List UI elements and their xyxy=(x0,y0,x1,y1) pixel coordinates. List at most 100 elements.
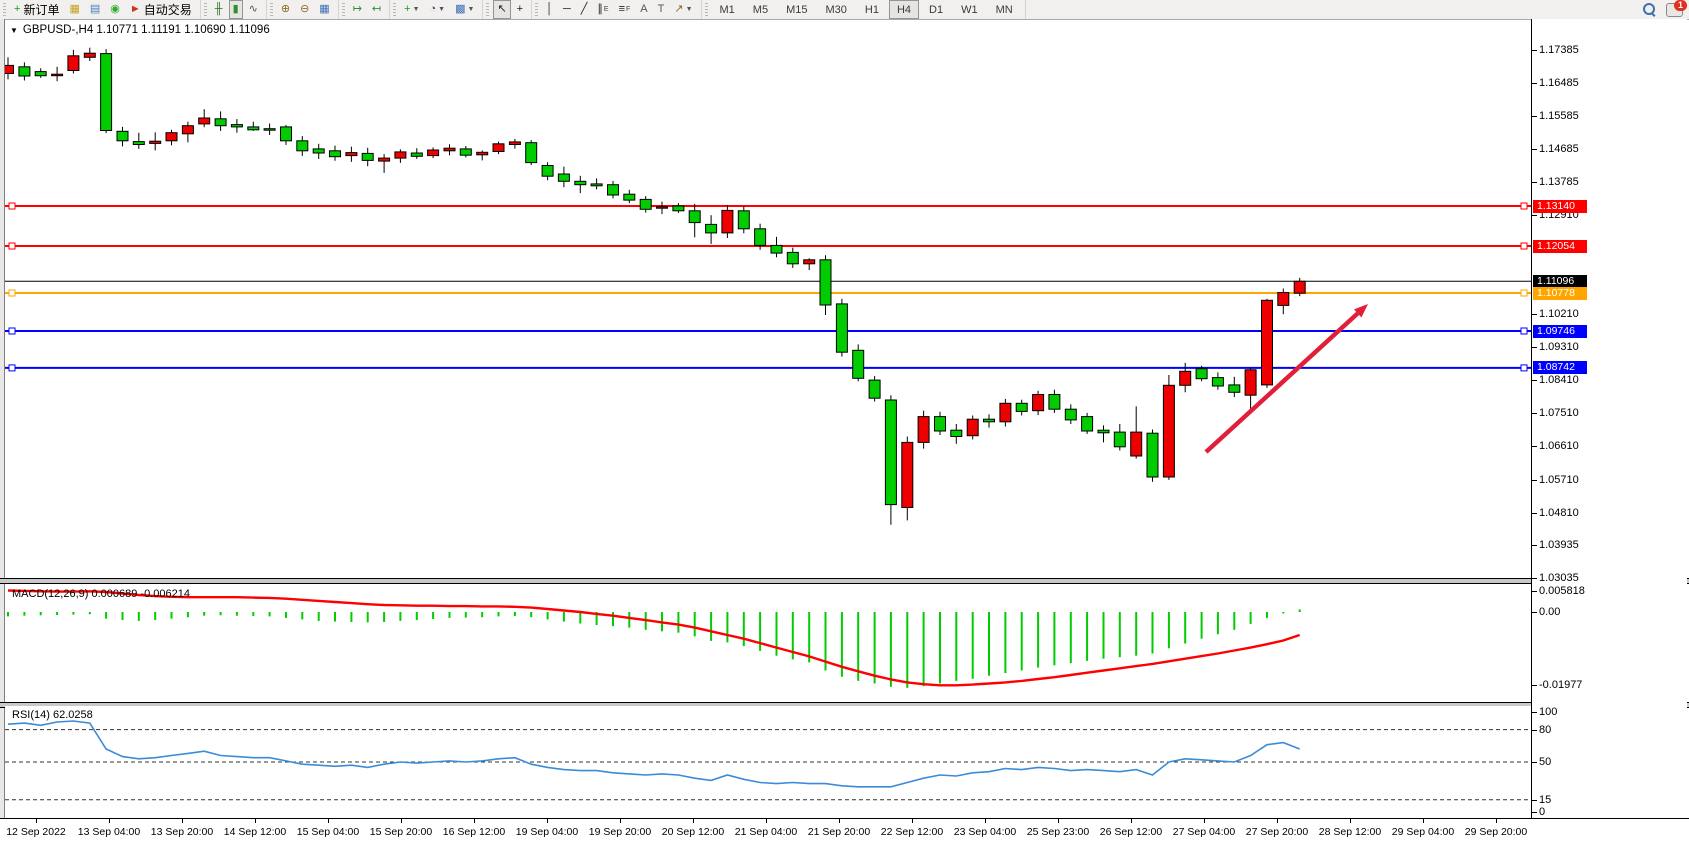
zoom-out-button[interactable]: ⊖ xyxy=(296,0,313,19)
tf-h4-button[interactable]: H4 xyxy=(889,0,919,19)
hline-orange-level-handle[interactable] xyxy=(1521,290,1527,296)
axis-tick xyxy=(1532,480,1537,481)
data-window-button[interactable]: ▤ xyxy=(86,0,104,19)
hline-resistance-2-handle[interactable] xyxy=(9,243,15,249)
charts-button[interactable]: ▦ xyxy=(65,0,83,19)
toolbar-grip[interactable] xyxy=(393,3,396,16)
toolbar-grip[interactable] xyxy=(535,3,538,16)
tf-m30-button[interactable]: M30 xyxy=(817,0,854,19)
tf-w1-button[interactable]: W1 xyxy=(953,0,986,19)
rsi-tick-100: 100 xyxy=(1539,706,1557,718)
new-order-button[interactable]: +新订单 xyxy=(10,0,63,19)
price-axis[interactable]: 1.173851.164851.155851.146851.137851.129… xyxy=(1531,19,1687,818)
cursor-button[interactable]: ↖ xyxy=(493,0,510,19)
fibonacci-icon: ≡ xyxy=(619,4,625,15)
tf-m15-button[interactable]: M15 xyxy=(778,0,815,19)
candle-bull xyxy=(182,126,193,134)
hline-support-2-handle[interactable] xyxy=(1521,365,1527,371)
fibonacci-button[interactable]: ≡F xyxy=(615,0,635,19)
auto-scroll-button[interactable]: ↦ xyxy=(349,0,366,19)
axis-tick xyxy=(1532,591,1537,592)
candle-bear xyxy=(1196,369,1207,379)
tf-m1-button-label: M1 xyxy=(716,4,739,16)
arrows-button[interactable]: ↗▼ xyxy=(670,0,696,19)
signals-button[interactable]: ◉ xyxy=(106,0,124,19)
toolbar-group-scroll: ↦↤ xyxy=(339,0,390,19)
text-label-button[interactable]: T xyxy=(654,0,669,19)
candle-bear xyxy=(951,430,962,436)
toolbar-group-timeframes: M1 M5M15M30H1 H4 D1W1MN xyxy=(702,0,1026,19)
tf-h4-button-label: H4 xyxy=(893,4,915,16)
axis-tick xyxy=(1532,812,1537,813)
zoom-in-button[interactable]: ⊕ xyxy=(277,0,294,19)
price-tick-1.03935: 1.03935 xyxy=(1539,539,1579,551)
vertical-line-button[interactable]: │ xyxy=(542,0,557,19)
cursor-icon: ↖ xyxy=(497,4,506,15)
candle-bear xyxy=(771,245,782,253)
tile-windows-button[interactable]: ▦ xyxy=(315,0,333,19)
price-tick-1.09310: 1.09310 xyxy=(1539,341,1579,353)
axis-tick xyxy=(1532,182,1537,183)
bar-chart-button[interactable]: ╫ xyxy=(211,0,227,19)
candle-bull xyxy=(1033,395,1044,411)
tf-m1-button[interactable]: M1 xyxy=(712,0,743,19)
candle-bear xyxy=(575,181,586,184)
arrows-icon: ↗ xyxy=(674,4,683,15)
notifications-button[interactable]: 1 xyxy=(1666,3,1683,17)
candle-bear xyxy=(133,142,144,145)
candle-bear xyxy=(313,149,324,153)
toolbar-grip[interactable] xyxy=(705,3,708,16)
trend-arrow-shaft[interactable] xyxy=(1206,313,1358,452)
toolbar-grip[interactable] xyxy=(270,3,273,16)
tf-d1-button[interactable]: D1 xyxy=(921,0,951,19)
candlestick-button[interactable]: ▮ xyxy=(229,0,243,19)
hline-orange-level-handle[interactable] xyxy=(9,290,15,296)
toolbar-grip[interactable] xyxy=(486,3,489,16)
line-chart-button[interactable]: ∿ xyxy=(245,0,262,19)
hline-support-1-handle[interactable] xyxy=(1521,328,1527,334)
text-button[interactable]: A xyxy=(636,0,651,19)
templates-button[interactable]: ▩▼ xyxy=(451,0,478,19)
toolbar-group-draw-tools: │─ ╱ ∥E≡FAT↗▼ xyxy=(532,0,701,19)
macd-tick--0.01977: -0.01977 xyxy=(1539,679,1582,691)
tf-mn-button[interactable]: MN xyxy=(988,0,1021,19)
axis-tick xyxy=(1532,413,1537,414)
tf-m5-button[interactable]: M5 xyxy=(745,0,776,19)
periods-button[interactable]: ◔▼ xyxy=(426,0,450,19)
equidistant-channel-button[interactable]: ∥E xyxy=(593,0,612,19)
tf-h1-button[interactable]: H1 xyxy=(857,0,887,19)
toolbar-grip[interactable] xyxy=(204,3,207,16)
hline-resistance-1-handle[interactable] xyxy=(9,203,15,209)
autotrading-button[interactable]: ►自动交易 xyxy=(126,0,196,19)
macd-pane[interactable] xyxy=(5,584,1531,702)
time-label: 29 Sep 20:00 xyxy=(1451,826,1541,838)
candle-bear xyxy=(330,151,341,157)
candle-bear xyxy=(1016,403,1027,411)
rsi-pane[interactable] xyxy=(5,706,1531,818)
new-chart-button[interactable]: +▼ xyxy=(400,0,423,19)
trendline-icon: ╱ xyxy=(581,4,588,15)
hline-resistance-2-handle[interactable] xyxy=(1521,243,1527,249)
trendline-button[interactable]: ╱ xyxy=(577,0,592,19)
one-click-trading-icon[interactable]: ▼ xyxy=(10,26,18,35)
dropdown-caret-icon: ▼ xyxy=(468,6,475,13)
candle-bear xyxy=(1212,378,1223,386)
charts-icon: ▦ xyxy=(69,4,79,15)
crosshair-button[interactable]: + xyxy=(513,0,527,19)
hline-support-2-handle[interactable] xyxy=(9,365,15,371)
hline-resistance-1-handle[interactable] xyxy=(1521,203,1527,209)
toolbar-grip[interactable] xyxy=(3,3,6,16)
candle-bull xyxy=(166,133,177,141)
axis-tick xyxy=(1532,612,1537,613)
main-chart-pane[interactable] xyxy=(5,22,1531,578)
time-tick xyxy=(109,819,110,823)
time-axis[interactable]: 12 Sep 202213 Sep 04:0013 Sep 20:0014 Se… xyxy=(0,818,1689,849)
hline-support-1-handle[interactable] xyxy=(9,328,15,334)
toolbar-grip[interactable] xyxy=(342,3,345,16)
horizontal-line-button[interactable]: ─ xyxy=(559,0,575,19)
axis-tick xyxy=(1532,347,1537,348)
chart-shift-button[interactable]: ↤ xyxy=(368,0,385,19)
candle-bear xyxy=(362,153,373,160)
candle-bear xyxy=(1098,430,1109,433)
search-button[interactable] xyxy=(1643,3,1656,16)
